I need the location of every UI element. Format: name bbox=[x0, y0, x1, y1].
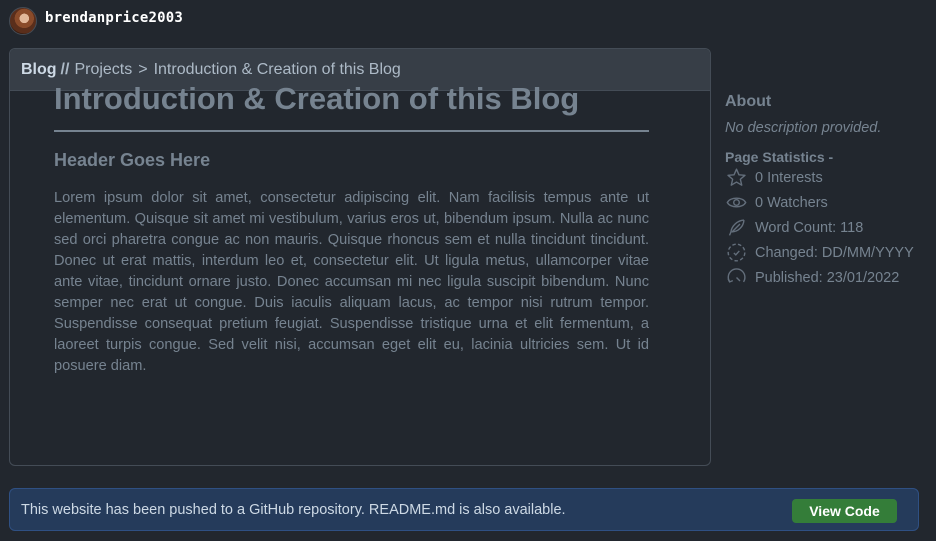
stat-changed: Changed: DD/MM/YYYY bbox=[725, 240, 930, 265]
github-banner: This website has been pushed to a GitHub… bbox=[9, 488, 919, 531]
about-title: About bbox=[725, 93, 772, 110]
page-statistics-title: Page Statistics - bbox=[725, 149, 834, 165]
sidebar: About No description provided. Page Stat… bbox=[725, 92, 930, 290]
stat-label: 0 Watchers bbox=[755, 194, 828, 211]
clock-arrow-icon bbox=[725, 267, 747, 289]
breadcrumb-current: Introduction & Creation of this Blog bbox=[153, 60, 401, 78]
breadcrumb-separator: // bbox=[60, 60, 70, 78]
about-description: No description provided. bbox=[725, 120, 882, 136]
stat-label: 0 Interests bbox=[755, 169, 823, 186]
avatar[interactable] bbox=[9, 7, 37, 35]
article-subheading: Header Goes Here bbox=[54, 150, 211, 170]
view-code-button[interactable]: View Code bbox=[792, 499, 897, 523]
username[interactable]: brendanprice2003 bbox=[45, 10, 183, 26]
breadcrumb-projects-link[interactable]: Projects bbox=[74, 61, 132, 79]
stat-watchers: 0 Watchers bbox=[725, 190, 930, 215]
stat-label: Changed: DD/MM/YYYY bbox=[755, 244, 914, 261]
article-title: Introduction & Creation of this Blog bbox=[54, 80, 649, 132]
dashed-circle-icon bbox=[725, 242, 747, 264]
article-body: Lorem ipsum dolor sit amet, consectetur … bbox=[54, 190, 649, 374]
star-icon bbox=[725, 167, 747, 189]
banner-text: This website has been pushed to a GitHub… bbox=[21, 501, 566, 518]
feather-icon bbox=[725, 217, 747, 239]
stat-published: Published: 23/01/2022 bbox=[725, 265, 930, 290]
eye-icon bbox=[725, 192, 747, 214]
stat-word-count: Word Count: 118 bbox=[725, 215, 930, 240]
breadcrumb-arrow: > bbox=[138, 60, 148, 78]
stat-label: Published: 23/01/2022 bbox=[755, 269, 900, 286]
article: Introduction & Creation of this Blog Hea… bbox=[54, 80, 649, 377]
breadcrumb-blog-link[interactable]: Blog bbox=[21, 61, 57, 79]
stat-interests: 0 Interests bbox=[725, 165, 930, 190]
top-bar: brendanprice2003 bbox=[0, 0, 936, 40]
stat-label: Word Count: 118 bbox=[755, 219, 864, 236]
